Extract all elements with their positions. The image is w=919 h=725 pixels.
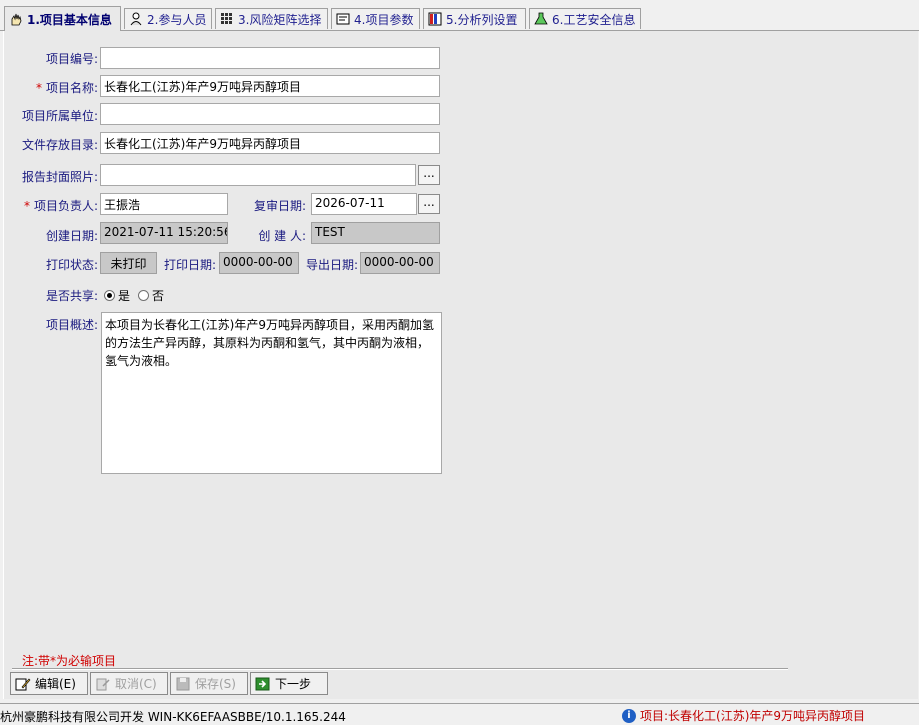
folder-label: 文件存放目录:: [21, 138, 98, 152]
people-icon: [129, 12, 143, 26]
shared-label: 是否共享:: [45, 289, 98, 303]
edit-icon: [15, 677, 31, 691]
review-date-input[interactable]: 2026-07-11: [311, 193, 417, 215]
radio-checked-icon: [104, 290, 115, 301]
shared-yes-label: 是: [118, 289, 131, 303]
params-icon: [336, 12, 350, 26]
org-input[interactable]: [100, 103, 440, 125]
leader-input[interactable]: 王振浩: [100, 193, 228, 215]
tab-process-safety[interactable]: 6.工艺安全信息: [529, 8, 641, 29]
required-mark: *: [35, 81, 42, 95]
tab-label: 3.风险矩阵选择: [238, 12, 322, 27]
cover-label: 报告封面照片:: [21, 170, 98, 184]
arrow-right-icon: [255, 677, 271, 691]
leader-label-text: 项目负责人:: [33, 199, 98, 213]
review-date-picker-button[interactable]: ...: [418, 194, 440, 214]
create-date-label: 创建日期:: [45, 229, 98, 243]
edit-label: 编辑(E): [35, 677, 76, 691]
tab-label: 6.工艺安全信息: [552, 12, 636, 27]
project-no-label: 项目编号:: [45, 52, 98, 66]
cancel-button[interactable]: 取消(C): [90, 672, 168, 695]
review-date-label: 复审日期:: [253, 199, 306, 213]
project-name-label: * 项目名称:: [10, 79, 98, 96]
hand-icon: [9, 12, 23, 26]
print-status-label: 打印状态:: [45, 258, 98, 272]
required-note: 注:带*为必输项目: [22, 654, 117, 668]
cover-input[interactable]: [100, 164, 416, 186]
save-label: 保存(S): [195, 677, 236, 691]
tab-label: 5.分析列设置: [446, 12, 518, 27]
edit-button[interactable]: 编辑(E): [10, 672, 88, 695]
save-icon: [175, 677, 191, 691]
project-no-input[interactable]: [100, 47, 440, 69]
required-mark: *: [23, 199, 30, 213]
cancel-icon: [95, 677, 111, 691]
cancel-label: 取消(C): [115, 677, 157, 691]
summary-label: 项目概述:: [45, 318, 98, 332]
status-bar: 杭州豪鹏科技有限公司开发 WIN-KK6EFAASBBE/10.1.165.24…: [0, 703, 919, 725]
tab-label: 1.项目基本信息: [27, 12, 112, 27]
create-date-field: 2021-07-11 15:20:56: [100, 222, 228, 244]
print-date-label: 打印日期:: [163, 258, 216, 272]
status-project: i 项目:长春化工(江苏)年产9万吨异丙醇项目: [622, 707, 865, 724]
matrix-icon: [220, 12, 234, 26]
export-date-field: 0000-00-00: [360, 252, 440, 274]
print-date-field: 0000-00-00: [219, 252, 299, 274]
tab-bar: 1.项目基本信息 2.参与人员 3.风险矩阵选择 4.项目参数 5.分析列设置 …: [0, 0, 919, 31]
info-icon: i: [622, 708, 636, 723]
status-project-text: 项目:长春化工(江苏)年产9万吨异丙醇项目: [640, 709, 866, 723]
project-name-input[interactable]: 长春化工(江苏)年产9万吨异丙醇项目: [100, 75, 440, 97]
creator-label: 创 建 人:: [258, 229, 306, 243]
summary-textarea[interactable]: 本项目为长春化工(江苏)年产9万吨异丙醇项目，采用丙酮加氢的方法生产异丙醇，其原…: [101, 312, 442, 474]
radio-unchecked-icon: [138, 290, 149, 301]
tab-risk-matrix[interactable]: 3.风险矩阵选择: [215, 8, 328, 29]
shared-no-label: 否: [152, 289, 165, 303]
creator-field: TEST: [311, 222, 440, 244]
tab-basic-info[interactable]: 1.项目基本信息: [4, 6, 121, 31]
print-status-field: 未打印: [100, 252, 157, 274]
save-button[interactable]: 保存(S): [170, 672, 248, 695]
tab-analysis-columns[interactable]: 5.分析列设置: [423, 8, 526, 29]
columns-icon: [428, 12, 442, 26]
export-date-label: 导出日期:: [305, 258, 358, 272]
divider: [12, 668, 788, 670]
shared-yes-radio[interactable]: 是: [104, 287, 130, 304]
next-step-label: 下一步: [275, 677, 312, 691]
tab-project-params[interactable]: 4.项目参数: [331, 8, 420, 29]
cover-browse-button[interactable]: ...: [418, 165, 440, 185]
tab-label: 4.项目参数: [354, 12, 414, 27]
status-developer-text: 杭州豪鹏科技有限公司开发 WIN-KK6EFAASBBE/10.1.165.24…: [0, 710, 346, 724]
tab-participants[interactable]: 2.参与人员: [124, 8, 212, 29]
flask-icon: [534, 12, 548, 26]
leader-label: * 项目负责人:: [10, 197, 98, 214]
folder-input[interactable]: 长春化工(江苏)年产9万吨异丙醇项目: [100, 132, 440, 154]
org-label: 项目所属单位:: [21, 109, 98, 123]
project-name-label-text: 项目名称:: [45, 81, 98, 95]
tab-label: 2.参与人员: [147, 12, 207, 27]
next-step-button[interactable]: 下一步: [250, 672, 328, 695]
shared-no-radio[interactable]: 否: [138, 287, 164, 304]
